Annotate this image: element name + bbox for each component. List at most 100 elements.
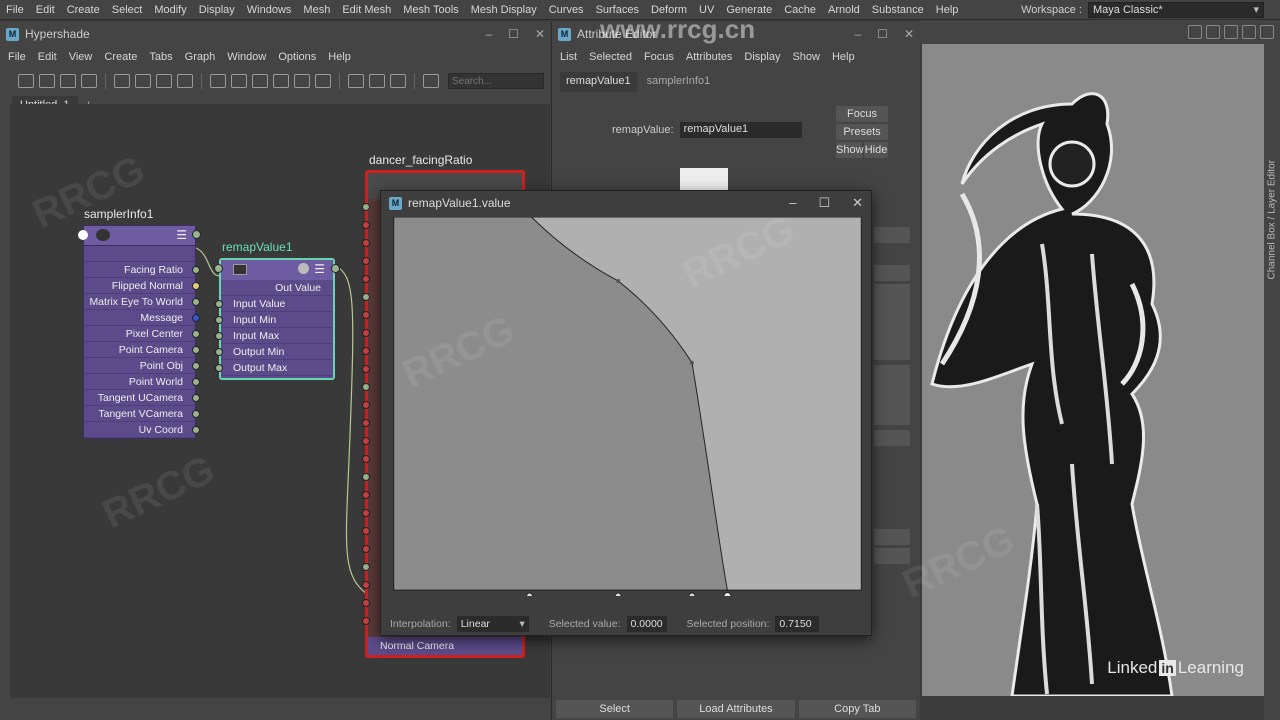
input-port[interactable] xyxy=(362,419,370,427)
maximize-icon[interactable]: ☐ xyxy=(877,27,888,41)
select-button[interactable]: Select xyxy=(556,700,674,718)
remap-value-node[interactable]: ☰ Out Value Input Value Input Min Input Ma… xyxy=(214,258,340,380)
input-port[interactable] xyxy=(362,581,370,589)
output-port[interactable] xyxy=(192,330,200,338)
input-port[interactable] xyxy=(362,509,370,517)
output-port[interactable] xyxy=(192,394,200,402)
selected-position-field[interactable]: 0.7150 xyxy=(775,616,820,632)
output-port[interactable] xyxy=(192,378,200,386)
menu-display[interactable]: Display xyxy=(193,4,241,16)
workspace-dropdown[interactable]: Maya Classic* xyxy=(1088,2,1264,18)
focus-button[interactable]: Focus xyxy=(836,106,888,122)
close-icon[interactable]: ✕ xyxy=(852,195,863,211)
close-icon[interactable]: ✕ xyxy=(535,27,545,41)
menu-help[interactable]: Help xyxy=(930,4,965,16)
input-port[interactable] xyxy=(362,293,370,301)
ae-menu-attributes[interactable]: Attributes xyxy=(680,51,738,63)
copy-tab-button[interactable]: Copy Tab xyxy=(798,700,916,718)
output-port[interactable] xyxy=(192,230,201,239)
output-port[interactable] xyxy=(192,282,200,290)
ae-menu-help[interactable]: Help xyxy=(826,51,861,63)
menu-curves[interactable]: Curves xyxy=(543,4,590,16)
menu-edit-mesh[interactable]: Edit Mesh xyxy=(336,4,397,16)
hs-menu-edit[interactable]: Edit xyxy=(32,51,63,63)
layout-icon[interactable] xyxy=(252,74,268,88)
sampler-attr-tangent-ucamera[interactable]: Tangent UCamera xyxy=(84,390,200,406)
settings-icon[interactable] xyxy=(1260,25,1274,39)
grid-icon[interactable] xyxy=(1206,25,1220,39)
remap-attr-input-min[interactable]: Input Min xyxy=(215,312,333,328)
tool-icon[interactable] xyxy=(156,74,172,88)
menu-file[interactable]: File xyxy=(0,4,30,16)
hide-button[interactable]: Hide xyxy=(864,142,888,158)
remap-attr-output-min[interactable]: Output Min xyxy=(215,344,333,360)
hs-menu-help[interactable]: Help xyxy=(322,51,357,63)
output-port[interactable] xyxy=(192,362,200,370)
output-port[interactable] xyxy=(192,314,200,322)
3d-viewport[interactable]: Linked in Learning xyxy=(922,44,1264,696)
input-port[interactable] xyxy=(362,383,370,391)
magnify-icon[interactable] xyxy=(294,74,310,88)
hs-menu-window[interactable]: Window xyxy=(221,51,272,63)
input-port[interactable] xyxy=(362,527,370,535)
input-port[interactable] xyxy=(362,455,370,463)
maximize-icon[interactable]: ☐ xyxy=(818,195,830,211)
channel-box-tab[interactable]: Channel Box / Layer Editor xyxy=(1264,44,1280,720)
swatch-icon[interactable] xyxy=(298,263,309,274)
menu-edit[interactable]: Edit xyxy=(30,4,61,16)
hs-menu-file[interactable]: File xyxy=(2,51,32,63)
input-port[interactable] xyxy=(362,257,370,265)
input-port[interactable] xyxy=(362,203,370,211)
show-button[interactable]: Show xyxy=(836,142,864,158)
menu-uv[interactable]: UV xyxy=(693,4,720,16)
output-port[interactable] xyxy=(192,426,200,434)
menu-deform[interactable]: Deform xyxy=(645,4,693,16)
input-port[interactable] xyxy=(362,563,370,571)
tool-icon[interactable] xyxy=(315,74,331,88)
tool-icon[interactable] xyxy=(177,74,193,88)
refresh-icon[interactable] xyxy=(423,74,439,88)
interpolation-dropdown[interactable]: Linear xyxy=(456,616,529,632)
output-port[interactable] xyxy=(192,298,200,306)
minimize-icon[interactable]: – xyxy=(789,195,796,211)
ae-menu-display[interactable]: Display xyxy=(738,51,786,63)
grid-icon[interactable] xyxy=(348,74,364,88)
layout-icon[interactable] xyxy=(1188,25,1202,39)
sampler-info-node[interactable]: ☰ Facing Ratio Flipped Normal Matrix Eye T… xyxy=(78,225,201,439)
curve-point[interactable] xyxy=(690,360,694,365)
curve-handle[interactable] xyxy=(688,592,696,596)
minimize-icon[interactable]: – xyxy=(854,27,861,41)
tool-icon[interactable] xyxy=(60,74,76,88)
menu-icon[interactable]: ☰ xyxy=(314,262,325,276)
hs-menu-options[interactable]: Options xyxy=(272,51,322,63)
menu-arnold[interactable]: Arnold xyxy=(822,4,866,16)
selected-curve-handle[interactable] xyxy=(723,592,732,596)
search-input[interactable] xyxy=(448,73,544,89)
tool-icon[interactable] xyxy=(39,74,55,88)
sampler-attr-message[interactable]: Message xyxy=(84,310,200,326)
ae-menu-show[interactable]: Show xyxy=(786,51,826,63)
hs-menu-create[interactable]: Create xyxy=(98,51,143,63)
tool-icon[interactable] xyxy=(135,74,151,88)
menu-windows[interactable]: Windows xyxy=(241,4,298,16)
split-icon[interactable] xyxy=(1242,25,1256,39)
minimize-icon[interactable]: – xyxy=(485,27,492,41)
menu-modify[interactable]: Modify xyxy=(148,4,192,16)
input-port[interactable] xyxy=(362,275,370,283)
output-port[interactable] xyxy=(331,264,340,273)
tool-icon[interactable] xyxy=(390,74,406,88)
curve-handle[interactable] xyxy=(614,592,622,596)
input-port[interactable] xyxy=(362,401,370,409)
input-port[interactable] xyxy=(362,221,370,229)
load-attributes-button[interactable]: Load Attributes xyxy=(677,700,795,718)
sampler-attr-matrix-eye-to-world[interactable]: Matrix Eye To World xyxy=(84,294,200,310)
layout-icon[interactable] xyxy=(273,74,289,88)
input-port[interactable] xyxy=(215,300,223,308)
layout-icon[interactable] xyxy=(231,74,247,88)
output-port[interactable] xyxy=(192,410,200,418)
hs-menu-view[interactable]: View xyxy=(63,51,99,63)
input-port[interactable] xyxy=(362,329,370,337)
input-port[interactable] xyxy=(362,617,370,625)
hs-menu-graph[interactable]: Graph xyxy=(179,51,222,63)
input-port[interactable] xyxy=(215,364,223,372)
